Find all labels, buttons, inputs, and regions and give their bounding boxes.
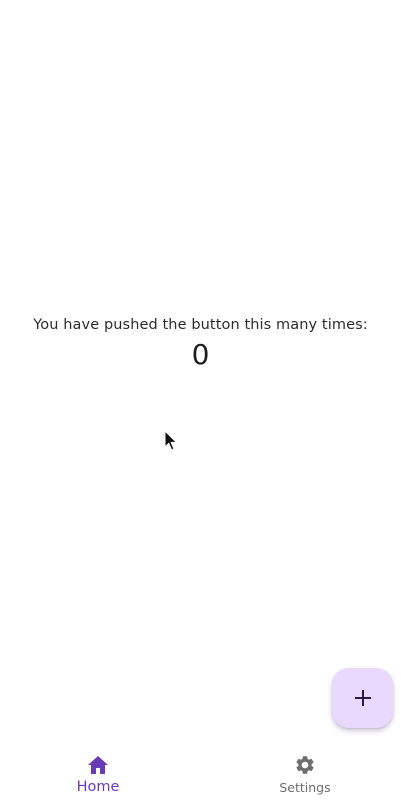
app-screen: You have pushed the button this many tim…	[0, 0, 401, 800]
home-icon	[87, 754, 109, 776]
bottom-navigation-bar: Home Settings	[0, 744, 401, 800]
nav-item-home[interactable]: Home	[38, 744, 158, 800]
counter-message: You have pushed the button this many tim…	[33, 317, 368, 333]
gear-icon	[294, 754, 316, 776]
counter-area: You have pushed the button this many tim…	[0, 316, 401, 372]
plus-icon	[354, 689, 372, 707]
increment-button[interactable]	[332, 668, 393, 728]
nav-item-settings[interactable]: Settings	[245, 744, 365, 800]
nav-label-settings: Settings	[279, 780, 331, 795]
nav-label-home: Home	[76, 779, 120, 795]
counter-value: 0	[191, 338, 210, 371]
mouse-cursor-icon	[164, 429, 178, 452]
